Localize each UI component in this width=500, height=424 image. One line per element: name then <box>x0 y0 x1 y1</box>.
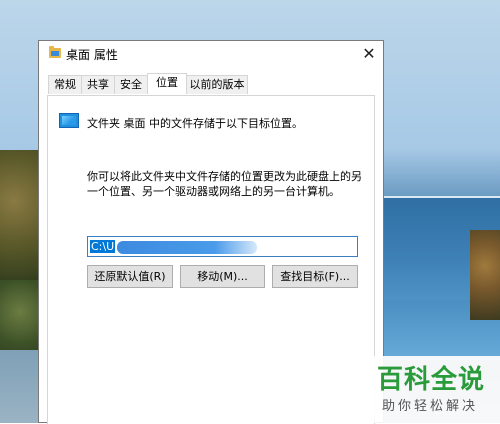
path-value: C:\U <box>90 240 116 253</box>
close-icon[interactable]: ✕ <box>357 43 381 65</box>
background-rocks-left <box>0 350 40 423</box>
background-horizon <box>380 196 500 198</box>
location-explanation: 你可以将此文件夹中文件存储的位置更改为此硬盘上的另一个位置、另一个驱动器或网络上… <box>87 170 362 198</box>
path-blur-redaction <box>117 240 258 254</box>
properties-dialog: 桌面 属性 ✕ 常规 共享 安全 位置 以前的版本 文件夹 桌面 中的文件存储于… <box>38 40 384 424</box>
tab-strip: 常规 共享 安全 位置 以前的版本 <box>48 73 248 95</box>
background-tree-right <box>470 230 500 320</box>
location-description: 文件夹 桌面 中的文件存储于以下目标位置。 <box>87 117 303 130</box>
watermark-title: 百科全说 <box>377 365 486 395</box>
watermark-subtitle: 助你轻松解决 <box>382 399 479 414</box>
path-input[interactable]: C:\U <box>87 236 358 257</box>
location-panel: 文件夹 桌面 中的文件存储于以下目标位置。 你可以将此文件夹中文件存储的位置更改… <box>47 95 375 424</box>
watermark-logo: 百科全说 助你轻松解决 <box>368 356 500 423</box>
move-button[interactable]: 移动(M)... <box>180 265 265 288</box>
window-title: 桌面 属性 <box>66 48 118 62</box>
title-bar[interactable]: 桌面 属性 ✕ <box>39 41 383 67</box>
restore-default-button[interactable]: 还原默认值(R) <box>87 265 173 288</box>
tab-sharing[interactable]: 共享 <box>81 75 115 94</box>
tab-general[interactable]: 常规 <box>48 75 82 94</box>
tab-security[interactable]: 安全 <box>114 75 148 94</box>
desktop-folder-icon <box>59 113 79 128</box>
find-target-button[interactable]: 查找目标(F)... <box>272 265 358 288</box>
tab-location[interactable]: 位置 <box>147 73 187 94</box>
folder-icon <box>49 46 61 58</box>
tab-previous-versions[interactable]: 以前的版本 <box>186 75 248 94</box>
